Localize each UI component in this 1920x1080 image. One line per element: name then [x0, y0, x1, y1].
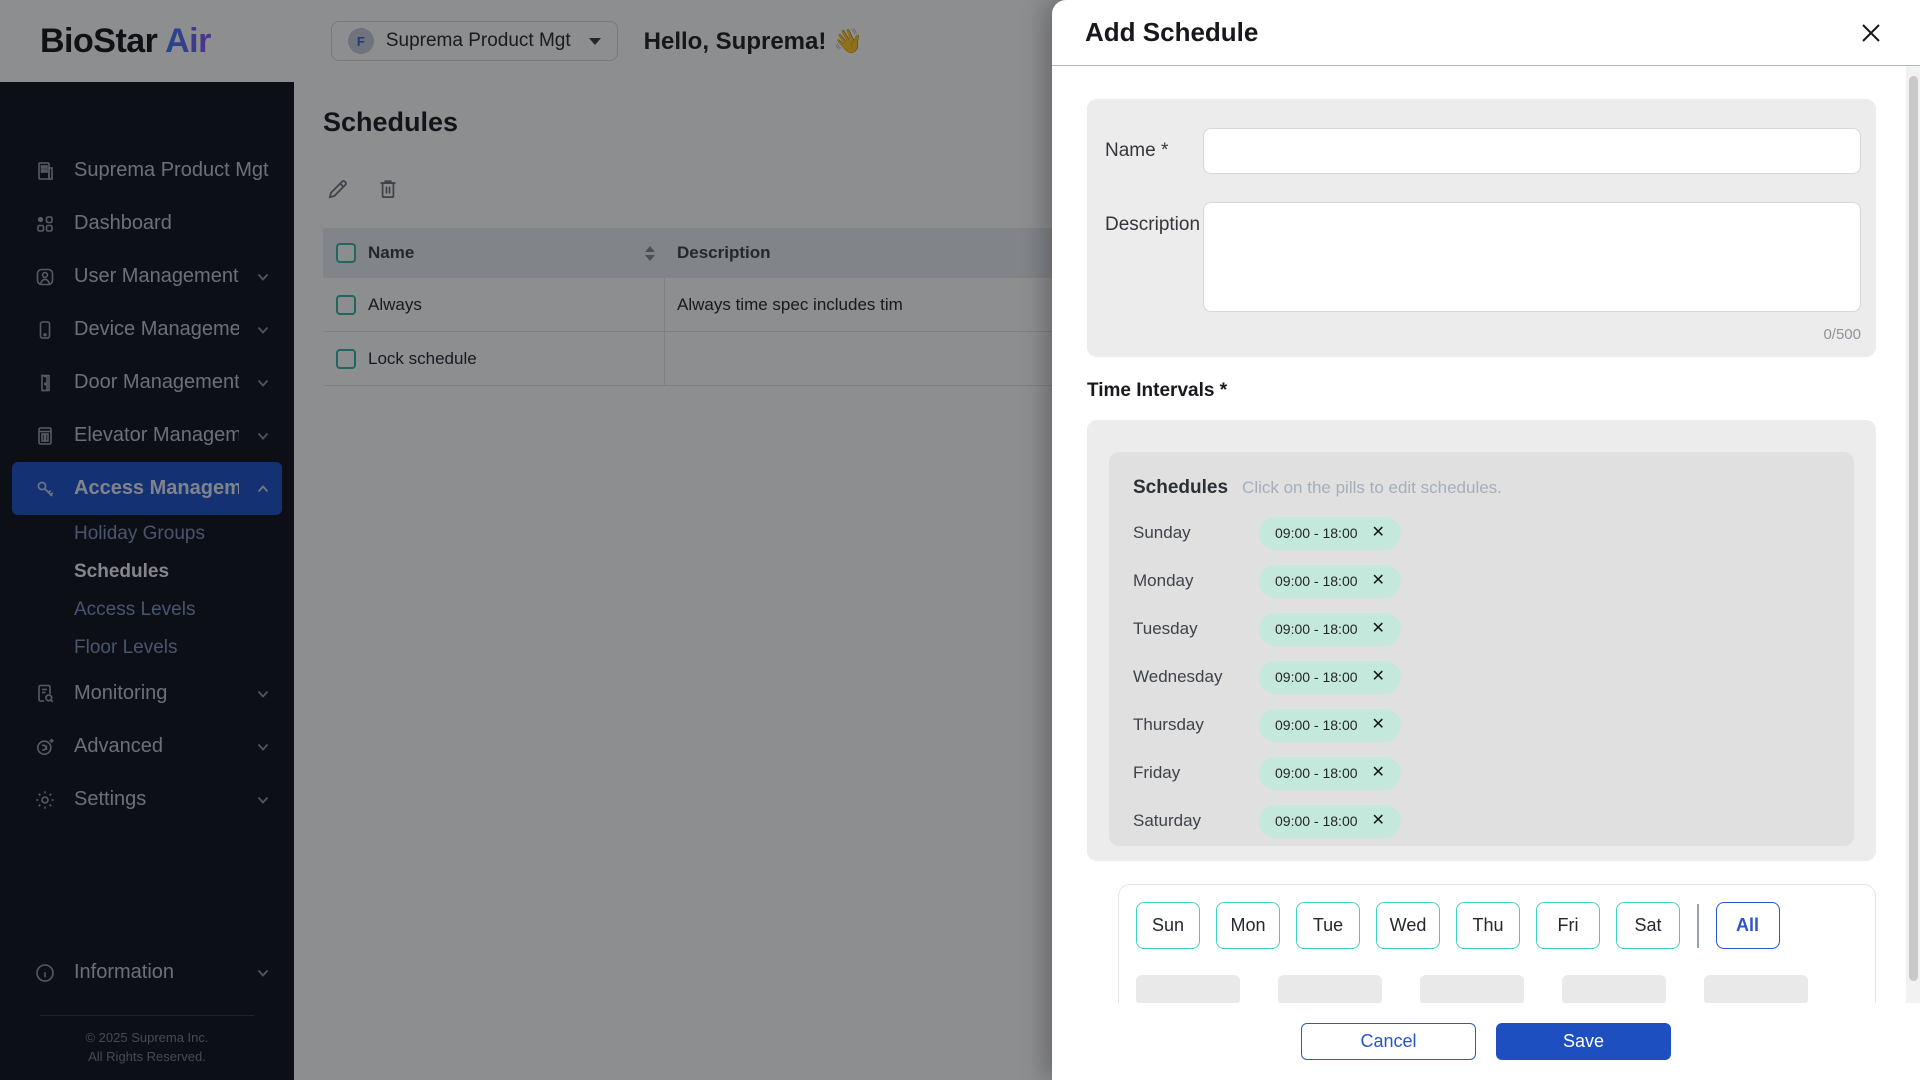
- time-pill[interactable]: 09:00 - 18:00 ✕: [1259, 805, 1401, 838]
- time-range: 09:00 - 18:00: [1275, 669, 1358, 685]
- name-description-panel: Name * Description 0/500: [1087, 99, 1876, 357]
- day-row-thursday: Thursday 09:00 - 18:00 ✕: [1133, 701, 1830, 749]
- time-intervals-panel: Schedules Click on the pills to edit sch…: [1087, 420, 1876, 861]
- day-label: Friday: [1133, 763, 1259, 783]
- modal-scrollbar[interactable]: [1906, 66, 1920, 1003]
- day-button-all[interactable]: All: [1716, 902, 1780, 949]
- remove-interval-icon[interactable]: ✕: [1372, 573, 1385, 589]
- time-range: 09:00 - 18:00: [1275, 765, 1358, 781]
- time-intervals-title: Time Intervals *: [1087, 380, 1920, 402]
- day-label: Thursday: [1133, 715, 1259, 735]
- description-input[interactable]: [1203, 202, 1861, 312]
- time-range: 09:00 - 18:00: [1275, 525, 1358, 541]
- app-root: BioStar Air F Suprema Product Mgt Hello,…: [0, 0, 1920, 1080]
- remove-interval-icon[interactable]: ✕: [1372, 813, 1385, 829]
- name-label: Name *: [1105, 128, 1203, 174]
- time-range: 09:00 - 18:00: [1275, 573, 1358, 589]
- day-label: Sunday: [1133, 523, 1259, 543]
- name-input[interactable]: [1203, 128, 1861, 174]
- day-row-monday: Monday 09:00 - 18:00 ✕: [1133, 557, 1830, 605]
- schedules-hint: Click on the pills to edit schedules.: [1242, 478, 1502, 498]
- time-range: 09:00 - 18:00: [1275, 621, 1358, 637]
- day-label: Saturday: [1133, 811, 1259, 831]
- close-icon[interactable]: [1854, 16, 1888, 50]
- time-pill[interactable]: 09:00 - 18:00 ✕: [1259, 613, 1401, 646]
- char-counter: 0/500: [1105, 326, 1861, 343]
- time-range: 09:00 - 18:00: [1275, 813, 1358, 829]
- modal-header: Add Schedule: [1052, 0, 1920, 66]
- time-pill[interactable]: 09:00 - 18:00 ✕: [1259, 517, 1401, 550]
- day-button-wed[interactable]: Wed: [1376, 902, 1440, 949]
- day-row-sunday: Sunday 09:00 - 18:00 ✕: [1133, 509, 1830, 557]
- day-button-tue[interactable]: Tue: [1296, 902, 1360, 949]
- cancel-button[interactable]: Cancel: [1301, 1023, 1476, 1060]
- time-pill[interactable]: 09:00 - 18:00 ✕: [1259, 757, 1401, 790]
- vertical-divider: [1697, 904, 1699, 948]
- schedules-label: Schedules: [1133, 477, 1228, 499]
- remove-interval-icon[interactable]: ✕: [1372, 621, 1385, 637]
- modal-title: Add Schedule: [1085, 17, 1258, 48]
- day-label: Monday: [1133, 571, 1259, 591]
- day-button-mon[interactable]: Mon: [1216, 902, 1280, 949]
- day-button-sun[interactable]: Sun: [1136, 902, 1200, 949]
- remove-interval-icon[interactable]: ✕: [1372, 717, 1385, 733]
- time-pill[interactable]: 09:00 - 18:00 ✕: [1259, 565, 1401, 598]
- time-pill[interactable]: 09:00 - 18:00 ✕: [1259, 709, 1401, 742]
- time-pill[interactable]: 09:00 - 18:00 ✕: [1259, 661, 1401, 694]
- time-range: 09:00 - 18:00: [1275, 717, 1358, 733]
- day-button-thu[interactable]: Thu: [1456, 902, 1520, 949]
- remove-interval-icon[interactable]: ✕: [1372, 765, 1385, 781]
- modal-footer: Cancel Save: [1052, 1003, 1920, 1080]
- day-button-fri[interactable]: Fri: [1536, 902, 1600, 949]
- day-row-wednesday: Wednesday 09:00 - 18:00 ✕: [1133, 653, 1830, 701]
- day-row-friday: Friday 09:00 - 18:00 ✕: [1133, 749, 1830, 797]
- remove-interval-icon[interactable]: ✕: [1372, 669, 1385, 685]
- day-button-sat[interactable]: Sat: [1616, 902, 1680, 949]
- day-label: Wednesday: [1133, 667, 1259, 687]
- time-grid-partial: [1136, 975, 1875, 1005]
- schedules-panel: Schedules Click on the pills to edit sch…: [1109, 452, 1854, 846]
- remove-interval-icon[interactable]: ✕: [1372, 525, 1385, 541]
- save-button[interactable]: Save: [1496, 1023, 1671, 1060]
- day-label: Tuesday: [1133, 619, 1259, 639]
- scrollbar-thumb[interactable]: [1909, 76, 1918, 981]
- description-label: Description: [1105, 202, 1203, 312]
- day-row-tuesday: Tuesday 09:00 - 18:00 ✕: [1133, 605, 1830, 653]
- add-schedule-modal: Add Schedule Name * Description 0/500 Ti…: [1052, 0, 1920, 1080]
- day-row-saturday: Saturday 09:00 - 18:00 ✕: [1133, 797, 1830, 845]
